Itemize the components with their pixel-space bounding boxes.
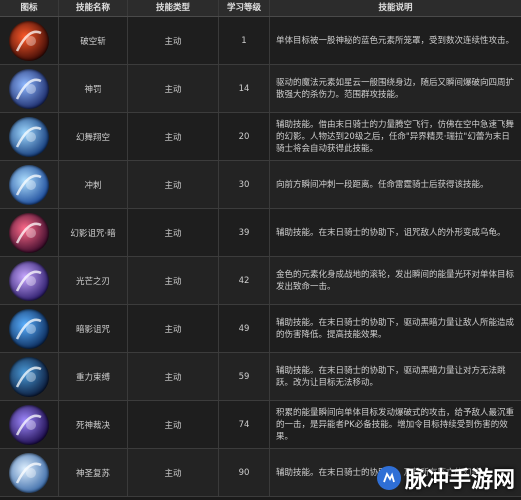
table-row: 幻影诅咒·暗 主动 39 辅助技能。在末日骑士的协助下，诅咒敌人的外形变成乌龟。 bbox=[0, 209, 521, 257]
table-row: 幻舞翔空 主动 20 辅助技能。借由末日骑士的力量腾空飞行，仿佛在空中急速飞舞的幻影。… bbox=[0, 113, 521, 161]
skill-type: 主动 bbox=[128, 65, 219, 112]
skill-name: 暗影诅咒 bbox=[59, 305, 128, 352]
icon-cell bbox=[0, 257, 59, 304]
learn-level: 74 bbox=[219, 401, 270, 448]
learn-level: 90 bbox=[219, 449, 270, 496]
skill-desc: 辅助技能。在末日骑士的协助下，驱动黑暗力量让对方无法跳跃。改为让目标无法移动。 bbox=[276, 365, 506, 388]
table-row: 神罚 主动 14 驱动的魔法元素如星云一般围绕身边，随后又瞬间爆破向四周扩散强大的杀伤… bbox=[0, 65, 521, 113]
learn-level: 39 bbox=[219, 209, 270, 256]
learn-level: 20 bbox=[219, 113, 270, 160]
learn-level: 1 bbox=[219, 17, 270, 64]
site-watermark: 脉冲手游网 bbox=[376, 462, 515, 494]
phantom-flight-icon[interactable] bbox=[9, 116, 49, 157]
skill-desc: 辅助技能。在末日骑士的协助下，诅咒敌人的外形变成乌龟。 bbox=[276, 227, 506, 238]
learn-level: 14 bbox=[219, 65, 270, 112]
learn-level: 49 bbox=[219, 305, 270, 352]
icon-cell bbox=[0, 113, 59, 160]
header-learn-level: 学习等级 bbox=[219, 0, 270, 16]
skill-type: 主动 bbox=[128, 17, 219, 64]
death-judgment-icon[interactable] bbox=[9, 404, 49, 445]
holy-revival-icon[interactable] bbox=[9, 452, 49, 493]
site-logo-icon bbox=[376, 466, 401, 490]
learn-level: 59 bbox=[219, 353, 270, 400]
skill-desc: 辅助技能。在末日骑士的协助下，驱动黑暗力量让敌人所能造成的伤害降低。提高技能效果… bbox=[276, 317, 515, 340]
skill-type: 主动 bbox=[128, 401, 219, 448]
watermark-text: 脉冲手游网 bbox=[404, 468, 515, 493]
skill-desc: 金色的元素化身成战地的滚轮，发出瞬间的能量光环对单体目标发出致命一击。 bbox=[276, 269, 515, 292]
skill-name: 幻舞翔空 bbox=[59, 113, 128, 160]
table-row: 冲刺 主动 30 向前方瞬间冲刺一段距离。任命雷霆骑士后获得该技能。 bbox=[0, 161, 521, 209]
skill-type: 主动 bbox=[128, 209, 219, 256]
icon-cell bbox=[0, 161, 59, 208]
skill-name: 破空斩 bbox=[59, 17, 128, 64]
icon-cell bbox=[0, 209, 59, 256]
icon-cell bbox=[0, 17, 59, 64]
header-skill-name: 技能名称 bbox=[59, 0, 128, 16]
icon-cell bbox=[0, 401, 59, 448]
broken-sky-slash-icon[interactable] bbox=[9, 20, 49, 61]
skill-name: 幻影诅咒·暗 bbox=[59, 209, 128, 256]
skill-desc: 单体目标被一股神秘的蓝色元素所笼罩，受到数次连续性攻击。 bbox=[276, 35, 515, 46]
shadow-curse-icon[interactable] bbox=[9, 308, 49, 349]
skill-type: 主动 bbox=[128, 449, 219, 496]
skill-type: 主动 bbox=[128, 161, 219, 208]
skill-name: 神圣复苏 bbox=[59, 449, 128, 496]
gravity-bind-icon[interactable] bbox=[9, 356, 49, 397]
learn-level: 42 bbox=[219, 257, 270, 304]
dash-icon[interactable] bbox=[9, 164, 49, 205]
skill-desc: 辅助技能。借由末日骑士的力量腾空飞行，仿佛在空中急速飞舞的幻影。人物达到20级之… bbox=[276, 119, 515, 154]
skill-type: 主动 bbox=[128, 305, 219, 352]
table-row: 暗影诅咒 主动 49 辅助技能。在末日骑士的协助下，驱动黑暗力量让敌人所能造成的伤害降… bbox=[0, 305, 521, 353]
skill-name: 死神裁决 bbox=[59, 401, 128, 448]
skill-table: 图标 技能名称 技能类型 学习等级 技能说明 破空斩 主动 1 单体目标被一股神秘的蓝… bbox=[0, 0, 521, 497]
icon-cell bbox=[0, 65, 59, 112]
header-icon: 图标 bbox=[0, 0, 59, 16]
skill-name: 光芒之刃 bbox=[59, 257, 128, 304]
phantom-curse-icon[interactable] bbox=[9, 212, 49, 253]
skill-type: 主动 bbox=[128, 257, 219, 304]
icon-cell bbox=[0, 353, 59, 400]
icon-cell bbox=[0, 305, 59, 352]
skill-desc: 驱动的魔法元素如星云一般围绕身边，随后又瞬间爆破向四周扩散强大的杀伤力。范围群攻… bbox=[276, 77, 515, 100]
skill-desc: 向前方瞬间冲刺一段距离。任命雷霆骑士后获得该技能。 bbox=[276, 179, 489, 190]
table-row: 光芒之刃 主动 42 金色的元素化身成战地的滚轮，发出瞬间的能量光环对单体目标发出致命… bbox=[0, 257, 521, 305]
skill-name: 神罚 bbox=[59, 65, 128, 112]
divine-punishment-icon[interactable] bbox=[9, 68, 49, 109]
table-header: 图标 技能名称 技能类型 学习等级 技能说明 bbox=[0, 0, 521, 17]
header-skill-desc: 技能说明 bbox=[378, 3, 413, 13]
skill-name: 重力束缚 bbox=[59, 353, 128, 400]
learn-level: 30 bbox=[219, 161, 270, 208]
table-row: 重力束缚 主动 59 辅助技能。在末日骑士的协助下，驱动黑暗力量让对方无法跳跃。改为让… bbox=[0, 353, 521, 401]
header-skill-type: 技能类型 bbox=[128, 0, 219, 16]
icon-cell bbox=[0, 449, 59, 496]
table-row: 破空斩 主动 1 单体目标被一股神秘的蓝色元素所笼罩，受到数次连续性攻击。 bbox=[0, 17, 521, 65]
light-blade-icon[interactable] bbox=[9, 260, 49, 301]
skill-type: 主动 bbox=[128, 353, 219, 400]
table-row: 死神裁决 主动 74 积累的能量瞬间向单体目标发动爆破式的攻击，给予敌人最沉重的一击，… bbox=[0, 401, 521, 449]
skill-desc: 积累的能量瞬间向单体目标发动爆破式的攻击，给予敌人最沉重的一击，是异能者PK必备… bbox=[276, 407, 515, 442]
skill-name: 冲刺 bbox=[59, 161, 128, 208]
skill-type: 主动 bbox=[128, 113, 219, 160]
